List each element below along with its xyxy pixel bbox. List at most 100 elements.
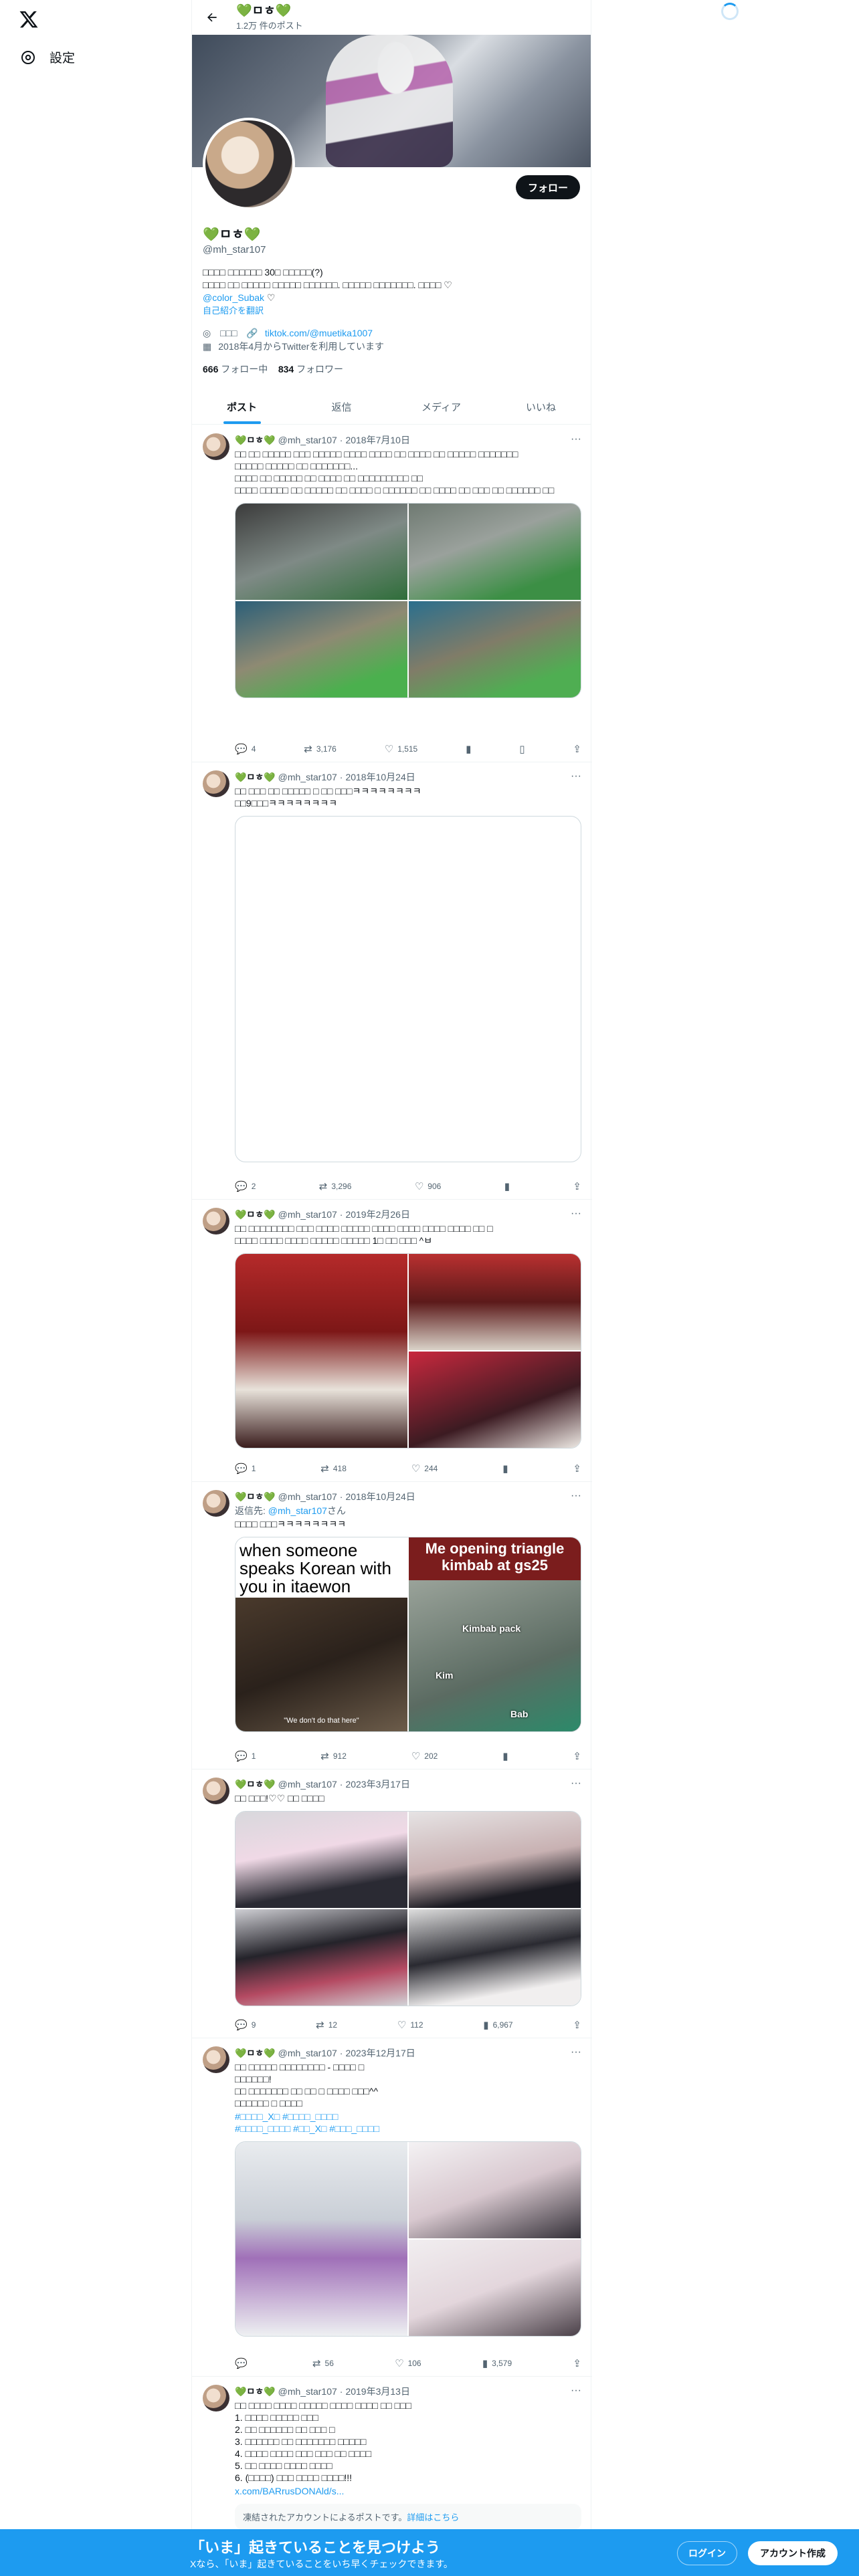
media-image[interactable]: [235, 504, 407, 600]
post-media[interactable]: [235, 1811, 581, 2006]
media-image[interactable]: [409, 1254, 581, 1350]
post-author[interactable]: 💚ㅁㅎ💚: [235, 1208, 276, 1221]
more-icon[interactable]: ···: [571, 1490, 581, 1502]
media-image[interactable]: [409, 1352, 581, 1448]
post-date[interactable]: 2018年10月24日: [345, 770, 415, 784]
post-handle[interactable]: @mh_star107: [278, 1779, 337, 1790]
share-button[interactable]: ⇪: [573, 1463, 581, 1475]
post-handle[interactable]: @mh_star107: [278, 1491, 337, 1502]
post[interactable]: 💚ㅁㅎ💚 @mh_star107 · 2018年7月10日 ··· □□ □□ □□□…: [192, 425, 592, 762]
follow-button[interactable]: フォロー: [515, 175, 580, 199]
media-image[interactable]: [235, 1254, 407, 1448]
reply-button[interactable]: 💬 4: [235, 743, 256, 755]
repost-button[interactable]: ⇄ 56: [312, 2357, 334, 2369]
like-button[interactable]: ♡ 244: [411, 1463, 438, 1475]
views-button[interactable]: ▮ 6,967: [483, 2019, 512, 2031]
more-icon[interactable]: ···: [571, 1208, 581, 1220]
post-author[interactable]: 💚ㅁㅎ💚: [235, 1490, 276, 1503]
post-handle[interactable]: @mh_star107: [278, 2386, 337, 2397]
post-date[interactable]: 2019年3月13日: [345, 2385, 410, 2398]
post-avatar[interactable]: [203, 770, 229, 797]
learn-more-link[interactable]: 詳細はこちら: [407, 2512, 459, 2523]
post-handle[interactable]: @mh_star107: [278, 772, 337, 782]
media-image[interactable]: [409, 601, 581, 697]
more-icon[interactable]: ···: [571, 1778, 581, 1790]
post-media[interactable]: when someone speaks Korean with you in i…: [235, 1537, 581, 1732]
reply-button[interactable]: 💬 1: [235, 1463, 256, 1475]
tab-media[interactable]: メディア: [391, 389, 491, 424]
post-media[interactable]: [235, 2141, 581, 2337]
tab-posts[interactable]: ポスト: [192, 389, 292, 424]
views-button[interactable]: ▮: [466, 743, 471, 755]
share-button[interactable]: ⇪: [573, 1180, 581, 1192]
post-avatar[interactable]: [203, 1490, 229, 1517]
repost-button[interactable]: ⇄ 912: [320, 1750, 347, 1762]
media-image[interactable]: [235, 601, 407, 697]
post-avatar[interactable]: [203, 2046, 229, 2073]
post-author[interactable]: 💚ㅁㅎ💚: [235, 770, 276, 784]
more-icon[interactable]: ···: [571, 2385, 581, 2397]
post-author[interactable]: 💚ㅁㅎ💚: [235, 2046, 276, 2060]
share-button[interactable]: ⇪: [573, 2357, 581, 2369]
post-media[interactable]: [235, 1253, 581, 1448]
reply-button[interactable]: 💬 9: [235, 2019, 256, 2031]
post-date[interactable]: 2023年3月17日: [345, 1778, 410, 1791]
like-button[interactable]: ♡ 106: [395, 2357, 421, 2369]
post[interactable]: 💚ㅁㅎ💚 @mh_star107 · 2018年10月24日 ··· □□ □□□ □…: [192, 762, 592, 1200]
more-icon[interactable]: ···: [571, 770, 581, 782]
profile-avatar[interactable]: [203, 118, 295, 210]
x-logo-icon[interactable]: [19, 9, 39, 29]
media-image[interactable]: [409, 1812, 581, 1908]
post-date[interactable]: 2018年7月10日: [345, 433, 410, 447]
more-icon[interactable]: ···: [571, 2046, 581, 2058]
reply-button[interactable]: 💬 2: [235, 1180, 256, 1192]
post-avatar[interactable]: [203, 1208, 229, 1235]
reply-button[interactable]: 💬: [235, 2357, 252, 2369]
tab-replies[interactable]: 返信: [292, 389, 391, 424]
bio-mention-link[interactable]: @color_Subak: [203, 292, 264, 303]
signup-button[interactable]: アカウント作成: [748, 2541, 838, 2565]
repost-button[interactable]: ⇄ 3,176: [304, 743, 337, 755]
share-button[interactable]: ⇪: [573, 1750, 581, 1762]
post-handle[interactable]: @mh_star107: [278, 1209, 337, 1220]
share-button[interactable]: ⇪: [573, 2019, 581, 2031]
repost-button[interactable]: ⇄ 12: [316, 2019, 337, 2031]
like-button[interactable]: ♡ 1,515: [385, 743, 417, 755]
tab-likes[interactable]: いいね: [491, 389, 591, 424]
reply-to-link[interactable]: @mh_star107: [268, 1505, 327, 1516]
views-button[interactable]: ▮: [502, 1750, 508, 1762]
post-handle[interactable]: @mh_star107: [278, 435, 337, 445]
share-button[interactable]: ⇪: [573, 743, 581, 755]
post-author[interactable]: 💚ㅁㅎ💚: [235, 2385, 276, 2398]
media-image[interactable]: [235, 2142, 407, 2336]
post-date[interactable]: 2023年12月17日: [345, 2046, 415, 2060]
post[interactable]: 💚ㅁㅎ💚 @mh_star107 · 2018年10月24日 ··· 返信先: @mh…: [192, 1482, 592, 1769]
post-media[interactable]: [235, 503, 581, 698]
post-handle[interactable]: @mh_star107: [278, 2048, 337, 2058]
views-button[interactable]: ▮: [504, 1180, 510, 1192]
media-image[interactable]: [409, 2240, 581, 2336]
back-arrow-icon[interactable]: [200, 5, 224, 29]
profile-website-link[interactable]: tiktok.com/@muetika1007: [265, 328, 373, 338]
post-link[interactable]: x.com/BARrusDONAld/s...: [235, 2485, 581, 2497]
post-author[interactable]: 💚ㅁㅎ💚: [235, 433, 276, 447]
views-button[interactable]: ▮ 3,579: [482, 2357, 512, 2369]
login-button[interactable]: ログイン: [677, 2541, 737, 2565]
post-avatar[interactable]: [203, 1778, 229, 1804]
post-avatar[interactable]: [203, 433, 229, 460]
like-button[interactable]: ♡ 112: [397, 2019, 423, 2031]
bookmark-button[interactable]: ▯: [519, 743, 524, 755]
post-avatar[interactable]: [203, 2385, 229, 2411]
post-date[interactable]: 2019年2月26日: [345, 1208, 410, 1221]
media-image[interactable]: [235, 1812, 407, 1908]
more-icon[interactable]: ···: [571, 433, 581, 445]
media-image[interactable]: [409, 504, 581, 600]
reply-button[interactable]: 💬 1: [235, 1750, 256, 1762]
like-button[interactable]: ♡ 202: [411, 1750, 438, 1762]
meme-image-left[interactable]: when someone speaks Korean with you in i…: [235, 1537, 407, 1731]
post[interactable]: 💚ㅁㅎ💚 @mh_star107 · 2019年2月26日 ··· □□ □□□□□□…: [192, 1200, 592, 1482]
views-button[interactable]: ▮: [502, 1463, 508, 1475]
media-image[interactable]: [235, 1909, 407, 2006]
followers-stat[interactable]: 834 フォロワー: [278, 364, 343, 374]
post-author[interactable]: 💚ㅁㅎ💚: [235, 1778, 276, 1791]
